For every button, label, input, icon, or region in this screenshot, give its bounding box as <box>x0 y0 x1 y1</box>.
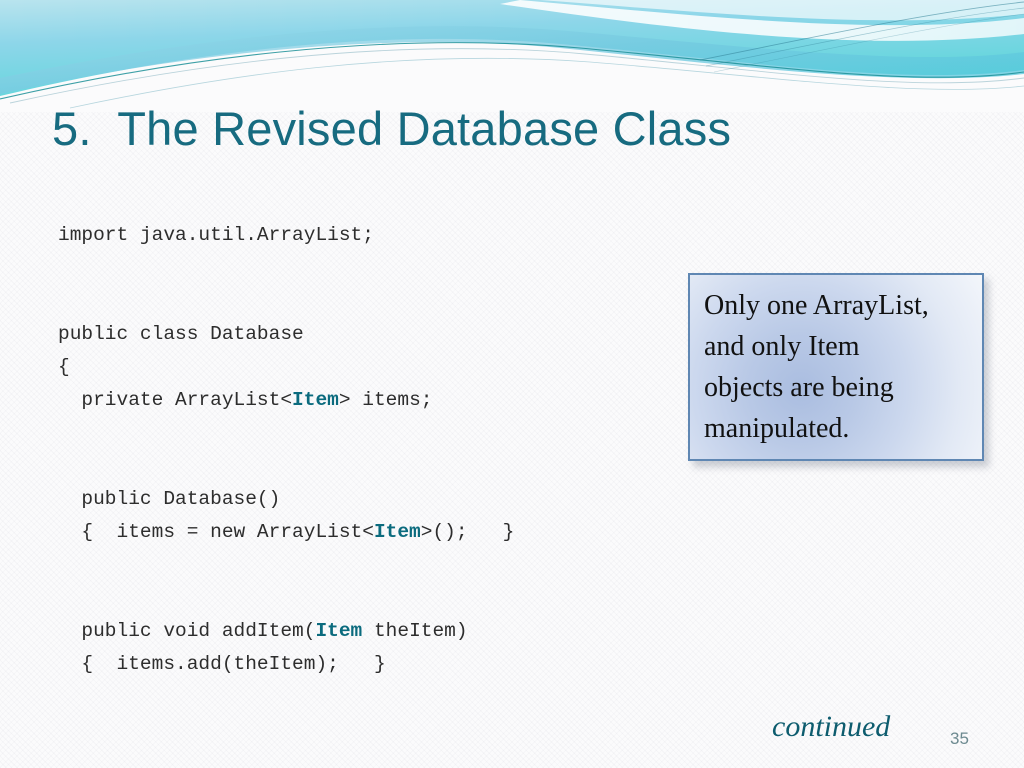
callout-text: Only one ArrayList, and only Item object… <box>704 290 929 444</box>
code-line: import java.util.ArrayList; <box>58 219 698 252</box>
page-title: 5. The Revised Database Class <box>52 102 732 155</box>
code-line: { <box>58 351 698 384</box>
code-text: public class Database <box>58 323 304 345</box>
decorative-wave-banner <box>0 0 1024 112</box>
callout-box: Only one ArrayList, and only Item object… <box>688 273 984 461</box>
slide: 5. The Revised Database Class import jav… <box>0 0 1024 768</box>
code-text: >(); } <box>420 521 515 543</box>
page-number: 35 <box>950 729 969 748</box>
code-keyword: Item <box>373 521 421 543</box>
code-text: import java.util.ArrayList; <box>58 224 374 246</box>
code-line: public class Database <box>58 318 698 351</box>
code-text: public void addItem( <box>58 620 316 642</box>
code-text: theItem) <box>362 620 468 642</box>
code-text: { <box>58 356 70 378</box>
continued-label: continued <box>772 710 891 743</box>
code-text: { items.add(theItem); } <box>58 653 386 675</box>
code-text: { items = new ArrayList< <box>58 521 374 543</box>
code-line: private ArrayList<Item> items; <box>58 384 698 417</box>
code-block: import java.util.ArrayList; public class… <box>58 219 698 681</box>
code-text: > items; <box>338 389 433 411</box>
code-line: public Database() <box>58 483 698 516</box>
code-text: private ArrayList< <box>58 389 293 411</box>
code-keyword: Item <box>315 620 363 642</box>
code-line: { items.add(theItem); } <box>58 648 698 681</box>
code-line: { items = new ArrayList<Item>(); } <box>58 516 698 549</box>
code-keyword: Item <box>292 389 339 411</box>
code-line: public void addItem(Item theItem) <box>58 615 698 648</box>
code-text: public Database() <box>58 488 281 510</box>
